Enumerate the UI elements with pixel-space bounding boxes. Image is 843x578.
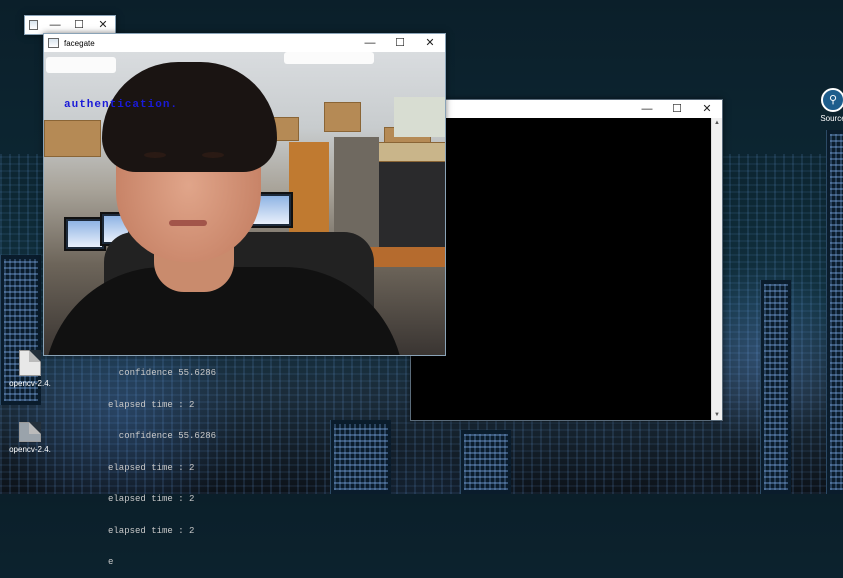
scroll-up-icon[interactable]: ▲ — [712, 118, 722, 128]
camera-feed: authentication. — [44, 52, 445, 355]
wallpaper-building — [760, 280, 791, 494]
scrollbar[interactable]: ▲ ▼ — [711, 118, 722, 420]
ceiling-light — [284, 52, 374, 64]
console-output: confidence 55.6286 elapsed time : 2 conf… — [108, 347, 216, 578]
box — [44, 120, 101, 157]
maximize-button[interactable]: ☐ — [385, 34, 415, 52]
app-icon — [29, 20, 39, 30]
desktop-icon-source[interactable]: ⚲ Source — [818, 88, 843, 123]
console-line: confidence 55.6286 — [108, 368, 217, 378]
minimize-button[interactable]: — — [43, 16, 67, 34]
ceiling-light — [46, 57, 116, 73]
maximize-button[interactable]: ☐ — [67, 16, 91, 34]
file-icon — [19, 350, 41, 376]
titlebar[interactable]: — ☐ ✕ — [25, 16, 115, 34]
desktop-icon-opencv-2[interactable]: opencv-2.4. — [0, 422, 60, 454]
console-line: e — [108, 557, 114, 567]
close-button[interactable]: ✕ — [692, 100, 722, 118]
pc-tower — [379, 162, 445, 252]
sourcetree-icon: ⚲ — [821, 88, 843, 112]
scroll-down-icon[interactable]: ▼ — [712, 410, 722, 420]
close-button[interactable]: ✕ — [415, 34, 445, 52]
facegate-window[interactable]: facegate — ☐ ✕ authentication. — [43, 33, 446, 356]
titlebar[interactable]: facegate — ☐ ✕ — [44, 34, 445, 52]
box — [374, 142, 445, 162]
minimize-button[interactable]: — — [632, 100, 662, 118]
desktop-icon-label: opencv-2.4. — [9, 379, 51, 388]
console-line: elapsed time : 2 — [108, 494, 195, 504]
box — [324, 102, 361, 132]
person-hair — [102, 62, 277, 172]
console-window[interactable]: — ☐ ✕ ▲ ▼ — [410, 99, 723, 421]
wallpaper-building — [330, 420, 391, 494]
wallpaper-building — [826, 130, 843, 494]
app-icon — [48, 38, 59, 48]
folder-icon — [19, 422, 41, 442]
close-button[interactable]: ✕ — [91, 16, 115, 34]
console-line: elapsed time : 2 — [108, 525, 195, 536]
console-line: elapsed time : 2 — [108, 399, 195, 410]
titlebar[interactable]: — ☐ ✕ — [411, 100, 722, 118]
desktop-icon-label: Source — [820, 114, 843, 123]
console-body[interactable] — [411, 118, 712, 420]
console-line: confidence 55.6286 — [108, 431, 217, 441]
desktop-icon-label: opencv-2.4. — [9, 445, 51, 454]
maximize-button[interactable]: ☐ — [662, 100, 692, 118]
mouth — [169, 220, 207, 226]
console-line: elapsed time : 2 — [108, 462, 195, 473]
wallpaper-building — [460, 430, 511, 494]
shelf — [334, 137, 379, 247]
eye — [202, 152, 224, 158]
desk — [364, 247, 445, 267]
authentication-overlay-text: authentication. — [64, 99, 179, 111]
window-title: facegate — [64, 38, 95, 48]
wall — [394, 97, 445, 137]
eye — [144, 152, 166, 158]
minimize-button[interactable]: — — [355, 34, 385, 52]
tiny-window[interactable]: — ☐ ✕ — [24, 15, 116, 35]
